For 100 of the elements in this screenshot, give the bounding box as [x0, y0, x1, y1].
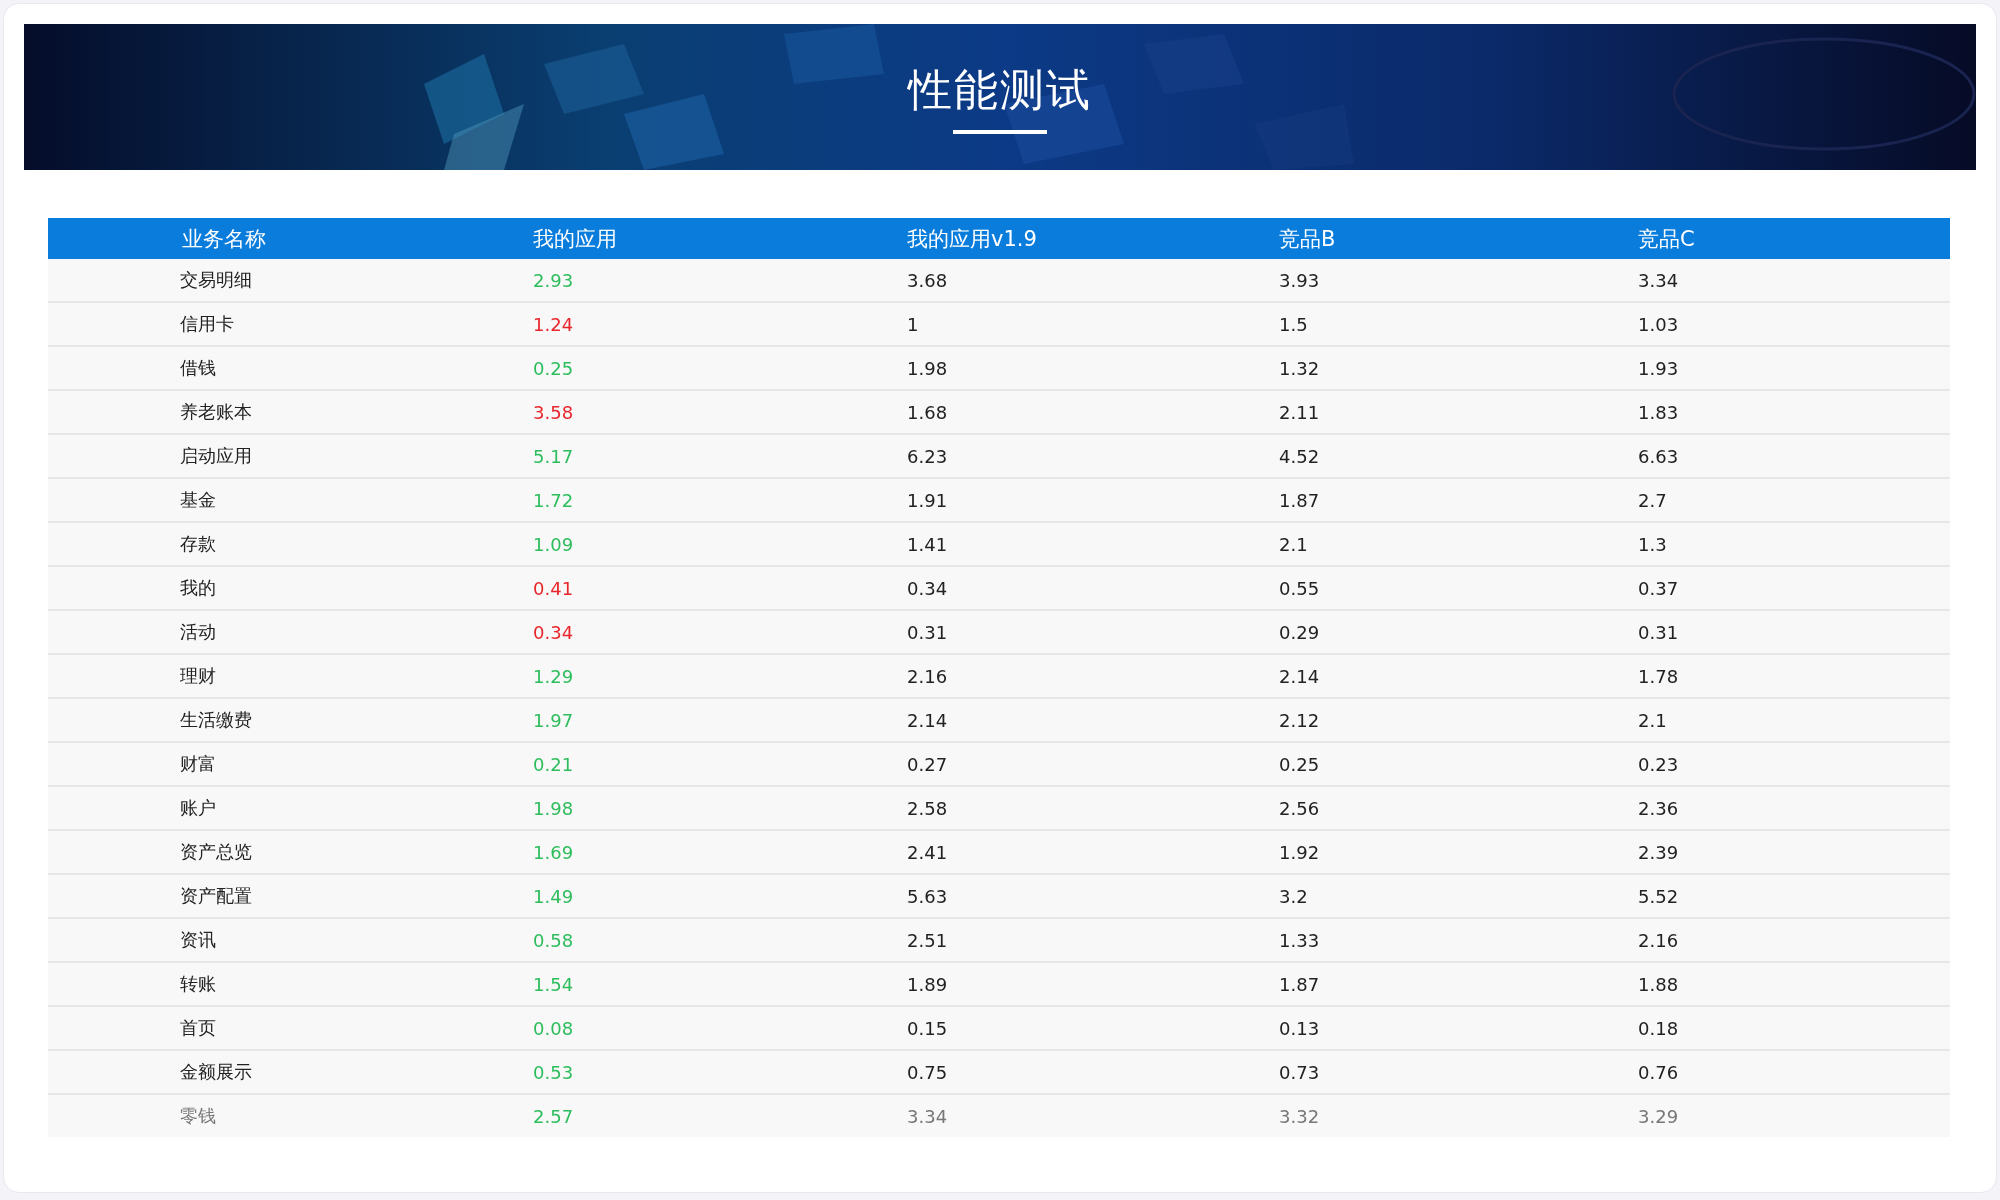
table-cell-text: 2.57 [533, 1105, 575, 1127]
table-cell-text: 2.14 [1279, 665, 1321, 687]
table-cell-text: 资产配置 [179, 884, 253, 908]
table-cell-text: 1.68 [907, 401, 949, 423]
table-cell-text: 2.93 [533, 269, 575, 291]
table-cell-text: 1.54 [533, 973, 575, 995]
table-cell-text: 存款 [179, 532, 217, 556]
table-cell-text: 2.41 [907, 841, 949, 863]
table-cell-text: 0.27 [907, 753, 949, 775]
table-cell-text: 1.32 [1279, 357, 1321, 379]
table-cell-text: 0.76 [1638, 1061, 1680, 1083]
table-cell-text: 0.31 [1638, 621, 1680, 643]
table-cell-text: 资产总览 [179, 840, 253, 864]
table-cell-text: 1.69 [533, 841, 575, 863]
table-cell-text: 理财 [179, 664, 217, 688]
table-cell-text: 0.13 [1279, 1017, 1321, 1039]
table-cell-text: 1.41 [907, 533, 949, 555]
table-cell-text: 生活缴费 [179, 708, 253, 732]
table-cell-text: 4.52 [1279, 445, 1321, 467]
table-cell-text: 5.63 [907, 885, 949, 907]
table-cell-text: 2.1 [1638, 709, 1668, 731]
table-cell-text: 活动 [179, 620, 217, 644]
table-cell-text: 3.29 [1638, 1105, 1680, 1127]
table-cell-text: 0.25 [533, 357, 575, 379]
table-cell-text: 0.41 [533, 577, 575, 599]
table-cell-text: 1.97 [533, 709, 575, 731]
table-cell-text: 金额展示 [179, 1060, 253, 1084]
table-cell-text: 5.17 [533, 445, 575, 467]
table-cell-text: 3.93 [1279, 269, 1321, 291]
table-cell-text: 2.36 [1638, 797, 1680, 819]
column-header: 我的应用 [533, 225, 618, 253]
table-cell-text: 2.14 [907, 709, 949, 731]
table-cell-text: 零钱 [179, 1104, 217, 1128]
table-cell-text: 借钱 [179, 356, 217, 380]
table-cell-text: 账户 [179, 796, 217, 820]
table-cell-text: 2.7 [1638, 489, 1668, 511]
table-cell-text: 0.23 [1638, 753, 1680, 775]
table-cell-text: 养老账本 [179, 400, 253, 424]
table-cell-text: 2.58 [907, 797, 949, 819]
table-cell-text: 0.73 [1279, 1061, 1321, 1083]
table-cell-text: 2.1 [1279, 533, 1309, 555]
table-cell-text: 3.2 [1279, 885, 1309, 907]
column-header: 业务名称 [181, 225, 267, 253]
table-cell-text: 0.15 [907, 1017, 949, 1039]
table-cell-text: 基金 [179, 488, 217, 512]
table-cell-text: 财富 [179, 752, 217, 776]
table-cell-text: 1.92 [1279, 841, 1321, 863]
table-cell-text: 转账 [179, 972, 217, 996]
table-cell-text: 1.24 [533, 313, 575, 335]
table-cell-text: 1.83 [1638, 401, 1680, 423]
banner-title: 性能测试 [908, 64, 1092, 116]
column-header: 竞品B [1279, 225, 1337, 253]
table-cell-text: 我的 [179, 576, 217, 600]
table-cell-text: 3.32 [1279, 1105, 1321, 1127]
table-cell-text: 2.39 [1638, 841, 1680, 863]
table-cell-text: 交易明细 [179, 268, 253, 292]
table-cell-text: 1.78 [1638, 665, 1680, 687]
table-cell-text: 5.52 [1638, 885, 1680, 907]
table-cell-text: 0.58 [533, 929, 575, 951]
table-cell-text: 0.55 [1279, 577, 1321, 599]
table-cell-text: 1.89 [907, 973, 949, 995]
table-cell-text: 0.18 [1638, 1017, 1680, 1039]
table-cell-text: 1.03 [1638, 313, 1680, 335]
table-cell-text: 1.98 [907, 357, 949, 379]
table-cell-text: 0.08 [533, 1017, 575, 1039]
table-cell-text: 3.68 [907, 269, 949, 291]
table-cell-text: 3.34 [907, 1105, 949, 1127]
table-cell-text: 2.51 [907, 929, 949, 951]
table-cell-text: 2.56 [1279, 797, 1321, 819]
table-cell-text: 3.58 [533, 401, 575, 423]
table-cell-text: 2.16 [907, 665, 949, 687]
table-cell-text: 0.37 [1638, 577, 1680, 599]
table-cell-text: 6.63 [1638, 445, 1680, 467]
table-cell-text: 0.21 [533, 753, 575, 775]
table-cell-text: 1.3 [1638, 533, 1668, 555]
table-cell-text: 2.12 [1279, 709, 1321, 731]
table-cell-text: 1.72 [533, 489, 575, 511]
table-cell-text: 1.33 [1279, 929, 1321, 951]
table-cell-text: 0.25 [1279, 753, 1321, 775]
table-cell-text: 1.91 [907, 489, 949, 511]
table-cell-text: 1.87 [1279, 489, 1321, 511]
table-cell-text: 2.16 [1638, 929, 1680, 951]
table-cell-text: 信用卡 [179, 312, 235, 336]
table-cell-text: 首页 [179, 1016, 217, 1040]
table-cell-text: 启动应用 [179, 444, 253, 468]
table-cell-text: 0.31 [907, 621, 949, 643]
table-cell-text: 1.09 [533, 533, 575, 555]
column-header: 竞品C [1638, 225, 1696, 253]
table-cell-text: 1.49 [533, 885, 575, 907]
table-cell-text: 1.29 [533, 665, 575, 687]
table-cell-text: 3.34 [1638, 269, 1680, 291]
table-cell-text: 6.23 [907, 445, 949, 467]
table-cell-text: 资讯 [179, 928, 217, 952]
table-cell-text: 1.93 [1638, 357, 1680, 379]
table-cell-text: 1.5 [1279, 313, 1309, 335]
table-cell-text: 1.98 [533, 797, 575, 819]
table-cell-text: 0.29 [1279, 621, 1321, 643]
table-cell-text: 0.34 [533, 621, 575, 643]
table-cell-text: 1.87 [1279, 973, 1321, 995]
column-header: 我的应用v1.9 [907, 225, 1038, 253]
